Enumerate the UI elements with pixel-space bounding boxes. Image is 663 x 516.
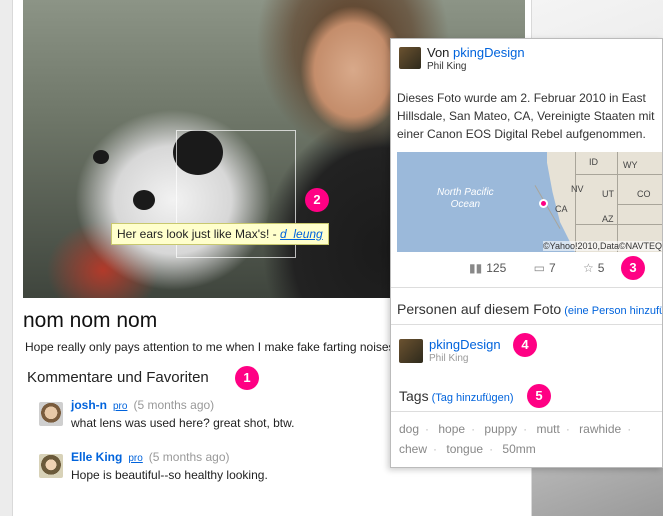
tag[interactable]: 50mm [502, 442, 535, 456]
owner-real-name: Phil King [427, 61, 467, 72]
divider [391, 411, 662, 412]
map-ocean-label: North Pacific Ocean [437, 187, 494, 211]
avatar[interactable] [39, 402, 63, 426]
photo-taken-info: Dieses Foto wurde am 2. Februar 2010 in … [397, 91, 655, 141]
comment-time: (5 months ago) [133, 398, 215, 412]
note-author-link[interactable]: d_leung [280, 227, 323, 241]
dog-spot [93, 150, 109, 164]
tag[interactable]: mutt [536, 422, 559, 436]
comment-author-link[interactable]: Elle King [71, 450, 122, 464]
divider [391, 287, 662, 288]
map-state-label: UT [602, 189, 614, 199]
views-count: 125 [486, 261, 507, 275]
ocean-label-line: Ocean [450, 199, 481, 210]
map-border [575, 152, 576, 252]
comment-icon: ▭ [533, 261, 545, 275]
views-icon: ▮▮ [469, 261, 483, 275]
comments-stat[interactable]: ▭ 7 [534, 261, 568, 275]
people-heading-label: Personen auf diesem Foto [397, 301, 562, 317]
tag-separator: · [433, 442, 438, 456]
avatar[interactable] [39, 454, 63, 478]
add-person-link[interactable]: (eine Person hinzufügen) [564, 305, 662, 317]
tag-list: dog · hope · puppy · mutt · rawhide · chew · t… [399, 419, 662, 459]
favorites-count: 5 [597, 261, 605, 275]
owner-line: Von pkingDesign [427, 45, 525, 60]
tag-separator: · [565, 422, 570, 436]
tag[interactable]: hope [438, 422, 465, 436]
note-text: Her ears look just like Max's! - [117, 227, 281, 241]
tag[interactable]: dog [399, 422, 419, 436]
comment-meta: josh-n pro (5 months ago) [71, 398, 214, 412]
photo-info-sidebar: Von pkingDesign Phil King Dieses Foto wu… [390, 38, 663, 468]
comment-text: Hope is beautiful--so healthy looking. [71, 468, 268, 482]
callout-badge-3: 3 [621, 256, 645, 280]
comment-meta: Elle King pro (5 months ago) [71, 450, 230, 464]
person-real-name: Phil King [429, 353, 469, 364]
photo-title: nom nom nom [23, 309, 158, 332]
tag[interactable]: tongue [446, 442, 483, 456]
map-copyright: ©Yahoo!2010,Data©NAVTEQ [543, 241, 662, 251]
callout-badge-4: 4 [513, 333, 537, 357]
tag-separator: · [471, 422, 476, 436]
person-link[interactable]: pkingDesign [429, 337, 501, 352]
dog-spot [133, 190, 155, 210]
callout-badge-2: 2 [305, 188, 329, 212]
views-stat: ▮▮ 125 [469, 261, 518, 275]
photo-stats: ▮▮ 125 ▭ 7 ☆ 5 [469, 261, 628, 275]
ocean-label-line: North Pacific [437, 187, 494, 198]
tag-separator: · [489, 442, 494, 456]
map-coast [525, 152, 575, 252]
comment-time: (5 months ago) [148, 450, 230, 464]
photo-note-tooltip: Her ears look just like Max's! - d_leung [111, 223, 329, 245]
map-border [617, 204, 662, 205]
comment-text: what lens was used here? great shot, btw… [71, 416, 295, 430]
map-border [575, 174, 662, 175]
map-border [617, 152, 618, 252]
star-icon: ☆ [582, 261, 594, 275]
photo-description: Hope really only pays attention to me wh… [25, 340, 398, 354]
tags-heading: Tags (Tag hinzufügen) [399, 388, 514, 404]
callout-badge-5: 5 [527, 384, 551, 408]
comment-author-link[interactable]: josh-n [71, 398, 107, 412]
owner-avatar[interactable] [399, 47, 421, 69]
map-state-label: AZ [602, 214, 614, 224]
favorites-stat[interactable]: ☆ 5 [583, 261, 616, 275]
comments-count: 7 [548, 261, 556, 275]
map-state-label: CO [637, 189, 651, 199]
map-border [575, 224, 662, 225]
by-label: Von [427, 45, 454, 60]
tag-separator: · [523, 422, 528, 436]
tag-separator: · [425, 422, 430, 436]
map-state-label: CA [555, 204, 568, 214]
person-avatar[interactable] [399, 339, 423, 363]
pro-badge[interactable]: pro [113, 401, 127, 412]
tag[interactable]: chew [399, 442, 427, 456]
add-tag-link[interactable]: (Tag hinzufügen) [432, 392, 514, 404]
people-heading: Personen auf diesem Foto (eine Person hin… [397, 301, 662, 317]
tags-heading-label: Tags [399, 388, 429, 404]
divider [391, 324, 662, 325]
map-state-label: NV [571, 184, 584, 194]
comments-heading: Kommentare und Favoriten [27, 369, 209, 386]
owner-link[interactable]: pkingDesign [453, 45, 525, 60]
tag[interactable]: rawhide [579, 422, 621, 436]
map-state-label: WY [623, 160, 638, 170]
location-map[interactable]: North Pacific Ocean ID WY NV UT CO CA AZ… [397, 152, 662, 252]
pro-badge[interactable]: pro [128, 453, 142, 464]
tag[interactable]: puppy [484, 422, 517, 436]
tag-separator: · [627, 422, 632, 436]
map-state-label: ID [589, 157, 598, 167]
callout-badge-1: 1 [235, 366, 259, 390]
map-location-pin[interactable] [539, 199, 548, 208]
note-box-marker [298, 106, 300, 108]
